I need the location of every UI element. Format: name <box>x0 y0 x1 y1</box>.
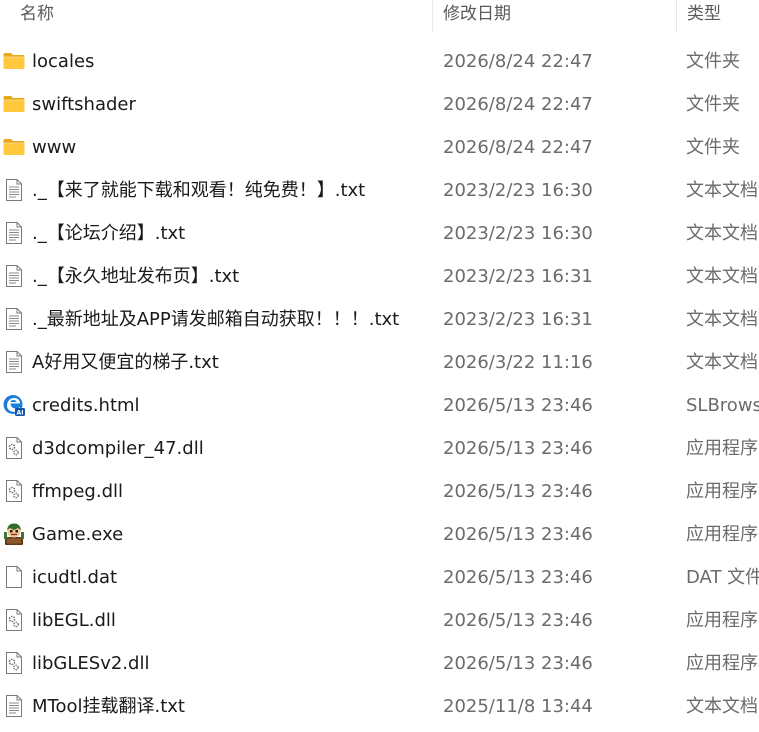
file-row[interactable]: locales 2026/8/24 22:47 文件夹 <box>0 40 759 83</box>
file-modified-date: 2026/5/13 23:46 <box>443 524 593 545</box>
file-type: 应用程序扩展 <box>686 610 759 631</box>
file-row[interactable]: A好用又便宜的梯子.txt 2026/3/22 11:16 文本文档 <box>0 341 759 384</box>
file-row[interactable]: libEGL.dll 2026/5/13 23:46 应用程序扩展 <box>0 599 759 642</box>
file-row[interactable]: ._最新地址及APP请发邮箱自动获取！！！.txt 2023/2/23 16:31… <box>0 298 759 341</box>
file-name: swiftshader <box>32 94 136 115</box>
file-modified-date: 2023/2/23 16:31 <box>443 266 593 287</box>
file-row[interactable]: ._【永久地址发布页】.txt 2023/2/23 16:31 文本文档 <box>0 255 759 298</box>
file-name: ._【来了就能下载和观看！纯免费！】.txt <box>32 180 366 201</box>
dll-file-icon <box>2 436 26 460</box>
file-name: ffmpeg.dll <box>32 481 124 502</box>
file-name: icudtl.dat <box>32 567 118 588</box>
file-modified-date: 2026/5/13 23:46 <box>443 438 593 459</box>
text-file-icon <box>2 350 26 374</box>
file-name: d3dcompiler_47.dll <box>32 438 204 459</box>
file-type: 应用程序 <box>686 524 758 545</box>
file-type: 文件夹 <box>686 137 740 158</box>
file-type: SLBrowser <box>686 395 759 416</box>
file-modified-date: 2026/5/13 23:46 <box>443 567 593 588</box>
file-row[interactable]: swiftshader 2026/8/24 22:47 文件夹 <box>0 83 759 126</box>
dll-file-icon <box>2 651 26 675</box>
file-type: 文本文档 <box>686 696 758 717</box>
file-modified-date: 2023/2/23 16:30 <box>443 180 593 201</box>
column-header-date[interactable]: 修改日期 <box>432 0 676 32</box>
dll-file-icon <box>2 479 26 503</box>
file-modified-date: 2023/2/23 16:31 <box>443 309 593 330</box>
file-name: locales <box>32 51 95 72</box>
folder-icon <box>2 135 26 159</box>
browser-html-icon: AI <box>2 393 26 417</box>
file-type: 文本文档 <box>686 266 758 287</box>
file-modified-date: 2026/8/24 22:47 <box>443 94 593 115</box>
file-modified-date: 2026/3/22 11:16 <box>443 352 593 373</box>
file-modified-date: 2026/5/13 23:46 <box>443 395 593 416</box>
file-modified-date: 2026/5/13 23:46 <box>443 653 593 674</box>
text-file-icon <box>2 221 26 245</box>
file-type: 文本文档 <box>686 309 758 330</box>
game-exe-icon <box>2 522 26 546</box>
file-type: 文件夹 <box>686 94 740 115</box>
column-header-name[interactable]: 名称 <box>0 0 432 32</box>
file-name: MTool挂载翻译.txt <box>32 696 185 717</box>
column-header: 名称 修改日期 类型 <box>0 0 759 32</box>
file-name: libGLESv2.dll <box>32 653 150 674</box>
text-file-icon <box>2 264 26 288</box>
folder-icon <box>2 49 26 73</box>
file-row[interactable]: libGLESv2.dll 2026/5/13 23:46 应用程序扩展 <box>0 642 759 685</box>
file-modified-date: 2026/5/13 23:46 <box>443 610 593 631</box>
file-name: libEGL.dll <box>32 610 116 631</box>
folder-icon <box>2 92 26 116</box>
file-row[interactable]: Game.exe 2026/5/13 23:46 应用程序 <box>0 513 759 556</box>
file-row[interactable]: ffmpeg.dll 2026/5/13 23:46 应用程序扩展 <box>0 470 759 513</box>
file-modified-date: 2026/5/13 23:46 <box>443 481 593 502</box>
text-file-icon <box>2 694 26 718</box>
file-type: 文本文档 <box>686 352 758 373</box>
file-modified-date: 2026/8/24 22:47 <box>443 137 593 158</box>
file-name: credits.html <box>32 395 140 416</box>
file-type: 应用程序扩展 <box>686 481 759 502</box>
file-name: ._最新地址及APP请发邮箱自动获取！！！.txt <box>32 309 400 330</box>
svg-text:AI: AI <box>17 409 24 416</box>
text-file-icon <box>2 307 26 331</box>
file-type: 文本文档 <box>686 223 758 244</box>
file-type: 文本文档 <box>686 180 758 201</box>
file-row[interactable]: AI credits.html 2026/5/13 23:46 SLBrowser <box>0 384 759 427</box>
file-name: Game.exe <box>32 524 124 545</box>
file-row[interactable]: www 2026/8/24 22:47 文件夹 <box>0 126 759 169</box>
file-type: DAT 文件 <box>686 567 759 588</box>
file-list: locales 2026/8/24 22:47 文件夹 swiftshader 2026… <box>0 40 759 728</box>
file-name: ._【永久地址发布页】.txt <box>32 266 240 287</box>
file-row[interactable]: d3dcompiler_47.dll 2026/5/13 23:46 应用程序扩展 <box>0 427 759 470</box>
file-row[interactable]: MTool挂载翻译.txt 2025/11/8 13:44 文本文档 <box>0 685 759 728</box>
file-type: 应用程序扩展 <box>686 653 759 674</box>
file-name: www <box>32 137 77 158</box>
file-explorer: 名称 修改日期 类型 locales 2026/8/24 22:47 文件夹 swif… <box>0 0 759 732</box>
file-type: 应用程序扩展 <box>686 438 759 459</box>
file-row[interactable]: ._【来了就能下载和观看！纯免费！】.txt 2023/2/23 16:30 文本文… <box>0 169 759 212</box>
file-modified-date: 2025/11/8 13:44 <box>443 696 593 717</box>
file-modified-date: 2026/8/24 22:47 <box>443 51 593 72</box>
column-header-type[interactable]: 类型 <box>676 0 759 32</box>
file-name: ._【论坛介绍】.txt <box>32 223 186 244</box>
file-modified-date: 2023/2/23 16:30 <box>443 223 593 244</box>
text-file-icon <box>2 178 26 202</box>
file-name: A好用又便宜的梯子.txt <box>32 352 219 373</box>
blank-file-icon <box>2 565 26 589</box>
dll-file-icon <box>2 608 26 632</box>
file-row[interactable]: ._【论坛介绍】.txt 2023/2/23 16:30 文本文档 <box>0 212 759 255</box>
file-row[interactable]: icudtl.dat 2026/5/13 23:46 DAT 文件 <box>0 556 759 599</box>
file-type: 文件夹 <box>686 51 740 72</box>
